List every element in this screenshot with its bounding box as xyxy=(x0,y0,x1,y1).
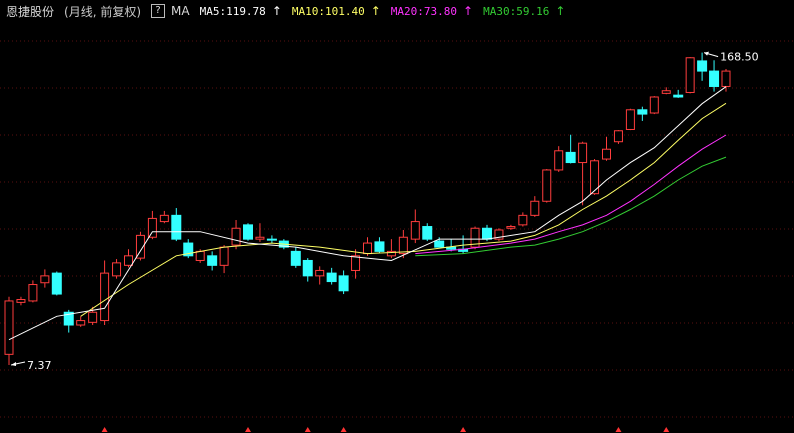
candle-up xyxy=(255,236,265,240)
candle-up xyxy=(28,284,38,302)
ma-label[interactable]: MA xyxy=(171,4,190,18)
candle-down xyxy=(302,259,313,277)
candle-up xyxy=(100,272,110,322)
candle-down xyxy=(637,109,648,115)
candle-down xyxy=(207,255,218,266)
candle-down xyxy=(266,238,277,241)
candle-up xyxy=(231,227,241,246)
period-label[interactable]: (月线, 前复权) xyxy=(64,3,141,20)
event-marker-icon xyxy=(304,427,311,432)
candle-up xyxy=(124,255,133,266)
candle-up xyxy=(4,300,14,355)
candle-up xyxy=(661,90,671,94)
up-arrow-icon: ↑ xyxy=(370,4,381,18)
candle-up xyxy=(685,57,695,93)
event-marker-icon xyxy=(340,427,347,432)
up-arrow-icon: ↑ xyxy=(463,4,474,18)
up-arrow-icon: ↑ xyxy=(555,4,566,18)
candle-down xyxy=(290,250,301,266)
stock-name[interactable]: 恩捷股份 xyxy=(6,3,54,20)
ma30-line xyxy=(415,156,727,257)
max-price-label: 168.50 xyxy=(720,51,759,64)
candle-up xyxy=(315,269,325,277)
event-marker-icon xyxy=(615,427,622,432)
candle-down xyxy=(565,151,576,164)
candle-up xyxy=(602,148,611,160)
candle-down xyxy=(709,70,720,87)
candlestick-chart[interactable]: 168.50 7.37 xyxy=(0,22,794,433)
candle-down xyxy=(482,227,492,240)
candle-up xyxy=(398,236,408,255)
candle-up xyxy=(76,320,86,326)
up-arrow-icon: ↑ xyxy=(271,4,282,18)
min-pointer-arrowhead xyxy=(11,361,16,366)
candle-down xyxy=(673,94,684,98)
candle-up xyxy=(159,214,169,223)
candle-down xyxy=(171,214,182,240)
candle-up xyxy=(554,150,564,171)
ma20-value: MA20:73.80 xyxy=(390,4,458,18)
candle-up xyxy=(112,262,122,277)
chart-header: 恩捷股份 (月线, 前复权) ? MA MA5:119.78 ↑ MA10:10… xyxy=(0,0,794,22)
candle-up xyxy=(219,246,229,266)
candle-up xyxy=(410,221,420,240)
candle-up xyxy=(506,226,516,229)
candle-up xyxy=(195,250,205,261)
candle-up xyxy=(363,242,372,255)
ma5-line xyxy=(8,86,727,341)
candle-up xyxy=(147,217,157,238)
candle-up xyxy=(613,130,623,143)
candle-down xyxy=(434,240,445,248)
candle-down xyxy=(338,275,349,292)
event-marker-icon xyxy=(101,427,108,432)
ma30-value: MA30:59.16 xyxy=(483,4,550,18)
candle-up xyxy=(88,311,98,323)
ma5-value: MA5:119.78 xyxy=(199,4,266,18)
event-marker-icon xyxy=(663,427,670,432)
candle-up xyxy=(721,70,731,87)
event-marker-icon xyxy=(245,427,251,432)
candle-down xyxy=(422,226,433,240)
candle-up xyxy=(542,169,552,202)
candle-up xyxy=(16,299,26,303)
candle-down xyxy=(374,241,385,252)
event-marker-icon xyxy=(460,427,467,432)
candle-up xyxy=(578,142,588,164)
ma10-value: MA10:101.40 xyxy=(291,4,365,18)
candle-up xyxy=(530,200,540,216)
app-window: 恩捷股份 (月线, 前复权) ? MA MA5:119.78 ↑ MA10:10… xyxy=(0,0,794,433)
candle-down xyxy=(697,60,708,72)
candle-down xyxy=(51,272,62,295)
min-price-label: 7.37 xyxy=(27,359,52,372)
help-button[interactable]: ? xyxy=(151,4,166,18)
candle-up xyxy=(40,275,50,284)
candle-down xyxy=(326,272,337,283)
candle-up xyxy=(518,214,528,226)
candle-down xyxy=(243,224,253,240)
candle-up xyxy=(625,109,635,130)
candle-up xyxy=(649,96,659,114)
candle-up xyxy=(351,255,361,271)
